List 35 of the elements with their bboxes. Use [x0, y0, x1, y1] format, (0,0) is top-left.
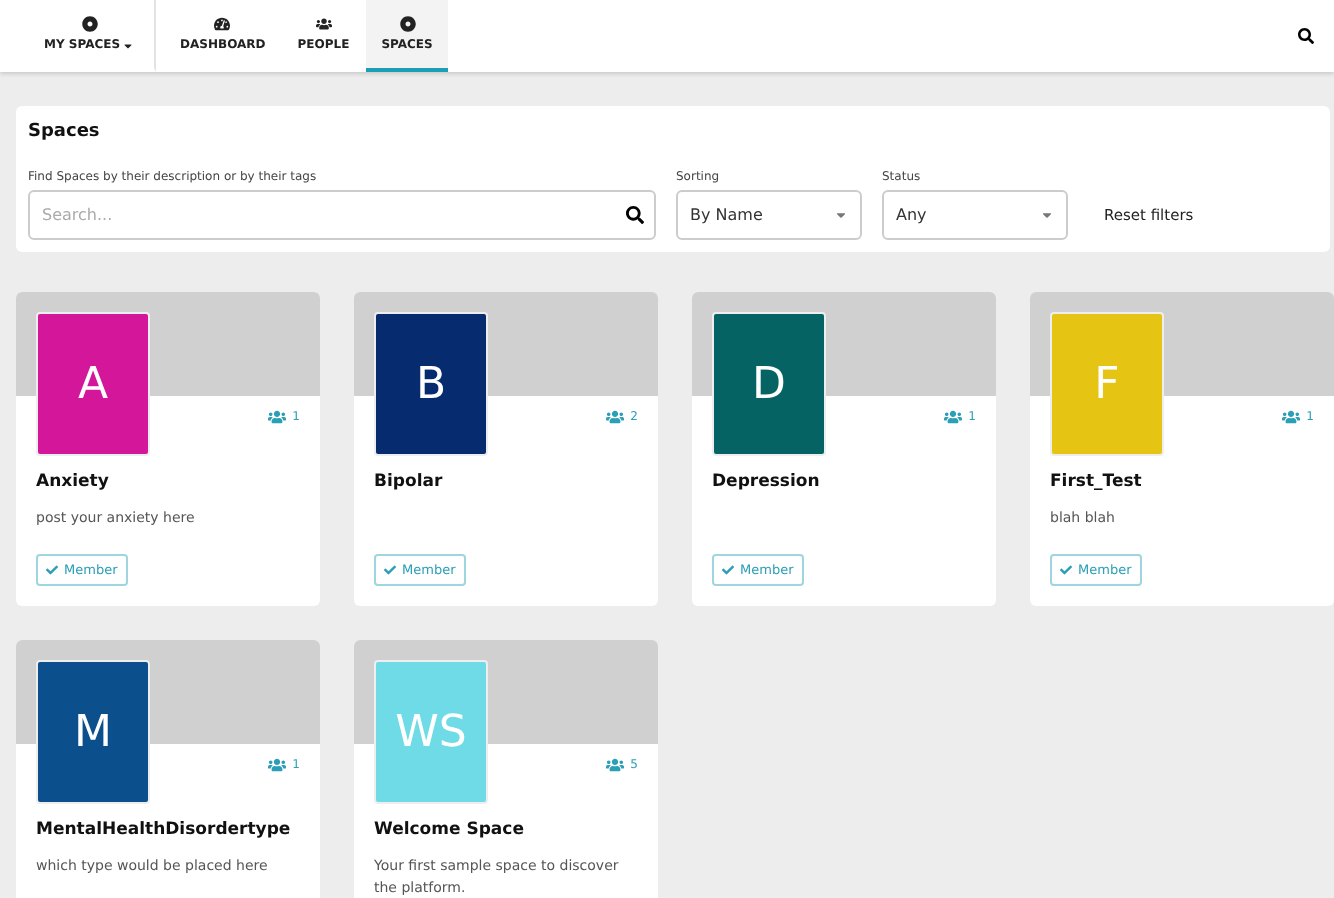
space-name: Anxiety [36, 472, 111, 492]
panel-title: Spaces [28, 122, 102, 142]
space-avatar: D [712, 312, 826, 456]
caret-icon [834, 208, 848, 222]
users-icon [268, 408, 287, 426]
users-icon [1282, 408, 1301, 426]
nav-icon [214, 16, 231, 32]
check-icon [1060, 564, 1072, 576]
space-avatar: F [1050, 312, 1164, 456]
space-name: MentalHealthDisordertype [36, 820, 293, 840]
search-icon[interactable] [626, 206, 644, 224]
nav-icon [81, 16, 98, 32]
check-icon [46, 564, 58, 576]
space-avatar: WS [374, 660, 488, 804]
users-icon [944, 408, 963, 426]
search-field[interactable]: Search... [28, 190, 656, 240]
sorting-dropdown[interactable]: By Name [676, 190, 862, 240]
nav-icon [315, 16, 332, 32]
check-icon [384, 564, 396, 576]
space-name: Welcome Space [374, 820, 526, 840]
users-icon [606, 756, 625, 774]
users-icon [606, 408, 625, 426]
space-avatar: M [36, 660, 150, 804]
space-name: First_Test [1050, 472, 1144, 492]
status-dropdown[interactable]: Any [882, 190, 1068, 240]
caret-icon [122, 39, 135, 51]
space-avatar: B [374, 312, 488, 456]
space-name: Depression [712, 472, 822, 492]
space-avatar: A [36, 312, 150, 456]
nav-icon [399, 16, 416, 32]
caret-icon [1040, 208, 1054, 222]
search-icon[interactable] [1298, 28, 1314, 44]
space-name: Bipolar [374, 472, 445, 492]
check-icon [722, 564, 734, 576]
users-icon [268, 756, 287, 774]
